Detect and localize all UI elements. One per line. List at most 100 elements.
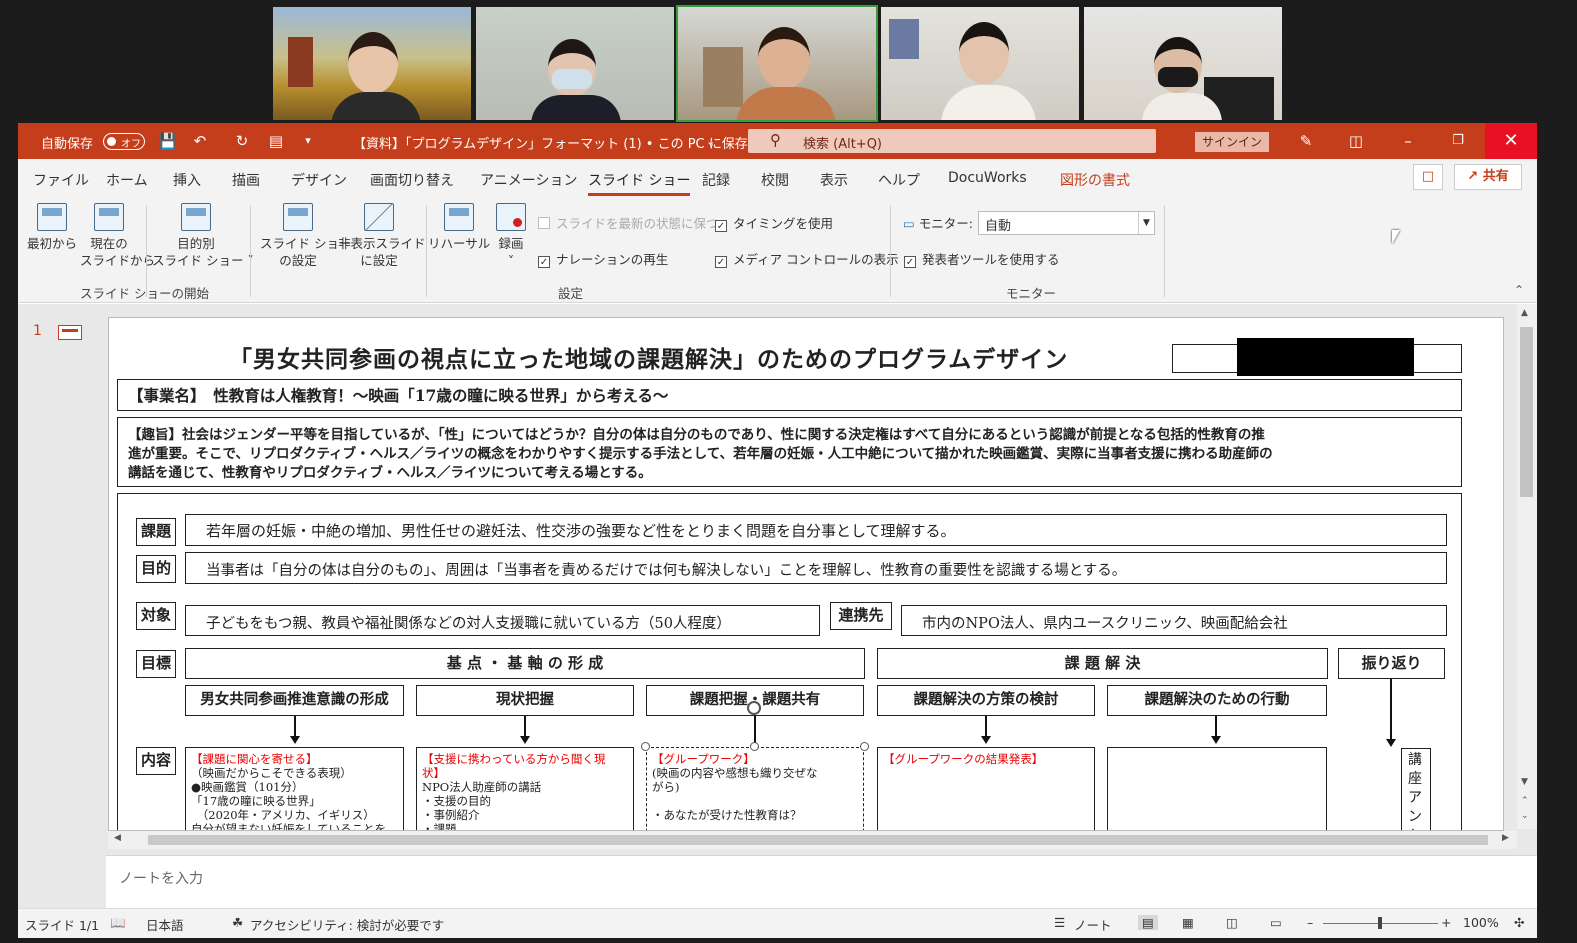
tab-slideshow[interactable]: スライド ショー bbox=[588, 170, 691, 196]
notes-pane[interactable]: ノートを入力 bbox=[106, 855, 1537, 908]
step-solution-study[interactable]: 課題解決の方策の検討 bbox=[877, 685, 1095, 716]
narration-checkbox[interactable]: ✓ ナレーションの再生 bbox=[538, 249, 668, 268]
scroll-right-icon[interactable]: ▶ bbox=[1502, 833, 1509, 843]
content-box-5[interactable] bbox=[1107, 747, 1327, 830]
notes-button[interactable]: ノート bbox=[1074, 915, 1112, 934]
start-slideshow-icon[interactable]: ▤ bbox=[266, 131, 286, 151]
tab-file[interactable]: ファイル bbox=[33, 170, 89, 190]
partner-box[interactable]: 市内のNPO法人、県内ユースクリニック、映画配給会社 bbox=[901, 605, 1447, 636]
content-box-6[interactable]: 講座アンケ bbox=[1401, 748, 1431, 830]
content-box-2[interactable]: 【支援に携わっている方から聞く現状】 NPO法人助産師の講話 ・支援の目的 ・事… bbox=[416, 747, 634, 830]
scroll-up-icon[interactable]: ▲ bbox=[1521, 308, 1528, 318]
slide-canvas[interactable]: 「男女共同参画の視点に立った地域の課題解決」のためのプログラムデザイン 【事業名… bbox=[108, 317, 1504, 831]
tab-shape-format[interactable]: 図形の書式 bbox=[1060, 170, 1130, 190]
tab-review[interactable]: 校閲 bbox=[761, 170, 789, 190]
presenter-view-checkbox[interactable]: ✓ 発表者ツールを使用する bbox=[904, 249, 1060, 268]
tab-transitions[interactable]: 画面切り替え bbox=[370, 170, 454, 190]
accessibility-status[interactable]: アクセシビリティ: 検討が必要です bbox=[250, 915, 444, 934]
tab-home[interactable]: ホーム bbox=[106, 170, 148, 190]
next-slide-icon[interactable]: ⌄ bbox=[1521, 811, 1529, 821]
reading-view-icon[interactable]: ◫ bbox=[1226, 915, 1238, 930]
record-button[interactable]: 録画 ˅ bbox=[492, 203, 530, 269]
zoom-out-icon[interactable]: – bbox=[1307, 915, 1313, 930]
participant-video-1[interactable] bbox=[273, 7, 471, 120]
customize-toolbar-icon[interactable]: ▾ bbox=[298, 131, 318, 151]
content-box-4[interactable]: 【グループワークの結果発表】 bbox=[877, 747, 1095, 830]
participant-video-5[interactable] bbox=[1084, 7, 1282, 120]
autosave-toggle[interactable]: オフ bbox=[103, 133, 145, 150]
hide-slide-button[interactable]: 非表示スライド に設定 bbox=[338, 203, 426, 269]
step-current-state[interactable]: 現状把握 bbox=[416, 685, 634, 716]
search-box[interactable]: ⚲ 検索 (Alt+Q) bbox=[748, 129, 1156, 153]
signin-button[interactable]: サインイン bbox=[1195, 132, 1269, 152]
scrollbar-thumb[interactable] bbox=[1520, 327, 1533, 497]
collapse-ribbon-icon[interactable]: ⌃ bbox=[1514, 283, 1524, 297]
zoom-level[interactable]: 100% bbox=[1463, 915, 1499, 930]
tab-view[interactable]: 表示 bbox=[820, 170, 848, 190]
step-awareness[interactable]: 男女共同参画推進意識の形成 bbox=[185, 685, 404, 716]
zoom-slider-knob[interactable] bbox=[1378, 917, 1382, 929]
zoom-in-icon[interactable]: + bbox=[1441, 915, 1451, 930]
monitor-select[interactable]: 自動 ▼ bbox=[978, 211, 1155, 235]
resize-handle[interactable] bbox=[750, 742, 759, 751]
restore-icon[interactable]: ❐ bbox=[1448, 131, 1468, 151]
vertical-scrollbar[interactable]: ▲ ▼ ⌃ ⌄ bbox=[1517, 304, 1537, 829]
pen-icon[interactable]: ✎ bbox=[1296, 131, 1316, 151]
participant-video-4[interactable] bbox=[881, 7, 1079, 120]
tab-insert[interactable]: 挿入 bbox=[173, 170, 201, 190]
scroll-down-icon[interactable]: ▼ bbox=[1521, 777, 1528, 787]
rehearse-timings-button[interactable]: リハーサル bbox=[428, 203, 490, 252]
save-icon[interactable]: 💾 bbox=[158, 131, 178, 151]
content-box-1[interactable]: 【課題に関心を寄せる】 （映画だからこそできる表現） ●映画鑑賞（101分） 「… bbox=[185, 747, 404, 830]
slideshow-view-icon[interactable]: ▭ bbox=[1270, 915, 1282, 930]
close-button[interactable]: ✕ bbox=[1485, 123, 1537, 159]
rotate-handle-icon[interactable] bbox=[747, 701, 761, 715]
zoom-slider[interactable] bbox=[1323, 917, 1438, 929]
from-beginning-button[interactable]: 最初から bbox=[26, 203, 78, 252]
participant-video-2[interactable] bbox=[476, 7, 674, 120]
notes-icon[interactable]: ☰ bbox=[1054, 915, 1065, 930]
spelling-icon[interactable]: 📖 bbox=[110, 915, 126, 931]
minimize-icon[interactable]: – bbox=[1398, 131, 1418, 151]
resize-handle[interactable] bbox=[641, 742, 650, 751]
setup-slideshow-button[interactable]: スライド ショー の設定 bbox=[260, 203, 351, 269]
normal-view-icon[interactable]: ▤ bbox=[1138, 915, 1158, 930]
slide-sorter-icon[interactable]: ▦ bbox=[1182, 915, 1194, 930]
resize-handle[interactable] bbox=[860, 742, 869, 751]
chevron-down-icon[interactable]: ⌄ bbox=[706, 135, 715, 148]
scrollbar-thumb[interactable] bbox=[148, 835, 1488, 845]
project-name-box[interactable]: 【事業名】 性教育は人権教育！～映画「17歳の瞳に映る世界」から考える～ bbox=[117, 379, 1462, 411]
tab-help[interactable]: ヘルプ bbox=[878, 170, 920, 190]
ribbon-display-icon[interactable]: ◫ bbox=[1346, 131, 1366, 151]
scroll-left-icon[interactable]: ◀ bbox=[114, 833, 121, 843]
fit-to-window-icon[interactable]: ✣ bbox=[1514, 915, 1524, 930]
participant-video-3-active-speaker[interactable] bbox=[676, 5, 878, 122]
previous-slide-icon[interactable]: ⌃ bbox=[1521, 796, 1529, 806]
tab-docuworks[interactable]: DocuWorks bbox=[948, 170, 1027, 186]
header-problem-solving[interactable]: 課 題 解 決 bbox=[877, 648, 1328, 679]
tab-record[interactable]: 記録 bbox=[702, 170, 730, 190]
redo-icon[interactable]: ↻ bbox=[232, 131, 252, 151]
comments-button[interactable]: □ bbox=[1413, 164, 1443, 190]
goal-box[interactable]: 当事者は「自分の体は自分のもの」、周囲は「当事者を責めるだけでは何も解決しない」… bbox=[185, 552, 1447, 584]
content-box-3-selected[interactable]: 【グループワーク】 (映画の内容や感想も織り交ぜな がら) ・あなたが受けた性教… bbox=[646, 747, 864, 830]
slide-thumbnail-icon[interactable] bbox=[58, 325, 82, 340]
language-indicator[interactable]: 日本語 bbox=[146, 915, 184, 934]
use-timings-checkbox[interactable]: ✓ タイミングを使用 bbox=[715, 213, 833, 232]
header-review[interactable]: 振り返り bbox=[1338, 648, 1445, 679]
header-base-formation[interactable]: 基 点 ・ 基 軸 の 形 成 bbox=[185, 648, 865, 679]
horizontal-scrollbar[interactable]: ◀ ▶ bbox=[108, 831, 1517, 849]
issue-box[interactable]: 若年層の妊娠・中絶の増加、男性任せの避妊法、性交渉の強要など性をとりまく問題を自… bbox=[185, 514, 1447, 546]
purpose-box[interactable]: 【趣旨】社会はジェンダー平等を目指しているが、｢性」についてはどうか？自分の体は… bbox=[117, 417, 1462, 487]
media-controls-checkbox[interactable]: ✓ メディア コントロールの表示 bbox=[715, 249, 899, 268]
target-box[interactable]: 子どもをもつ親、教員や福祉関係などの対人支援職に就いている方（50人程度） bbox=[185, 605, 820, 636]
accessibility-icon[interactable]: ☘ bbox=[232, 915, 243, 930]
tab-design[interactable]: デザイン bbox=[291, 170, 347, 190]
slide-title[interactable]: 「男女共同参画の視点に立った地域の課題解決」のためのプログラムデザイン bbox=[229, 340, 1068, 374]
custom-slideshow-button[interactable]: 目的別 スライド ショー ˅ bbox=[152, 203, 254, 269]
from-current-button[interactable]: 現在の スライドから bbox=[80, 203, 155, 269]
keep-fresh-checkbox[interactable]: スライドを最新の状態に保つ bbox=[538, 213, 719, 232]
share-button[interactable]: ↗ 共有 bbox=[1454, 164, 1522, 190]
step-action[interactable]: 課題解決のための行動 bbox=[1107, 685, 1327, 716]
tab-animations[interactable]: アニメーション bbox=[480, 170, 577, 190]
